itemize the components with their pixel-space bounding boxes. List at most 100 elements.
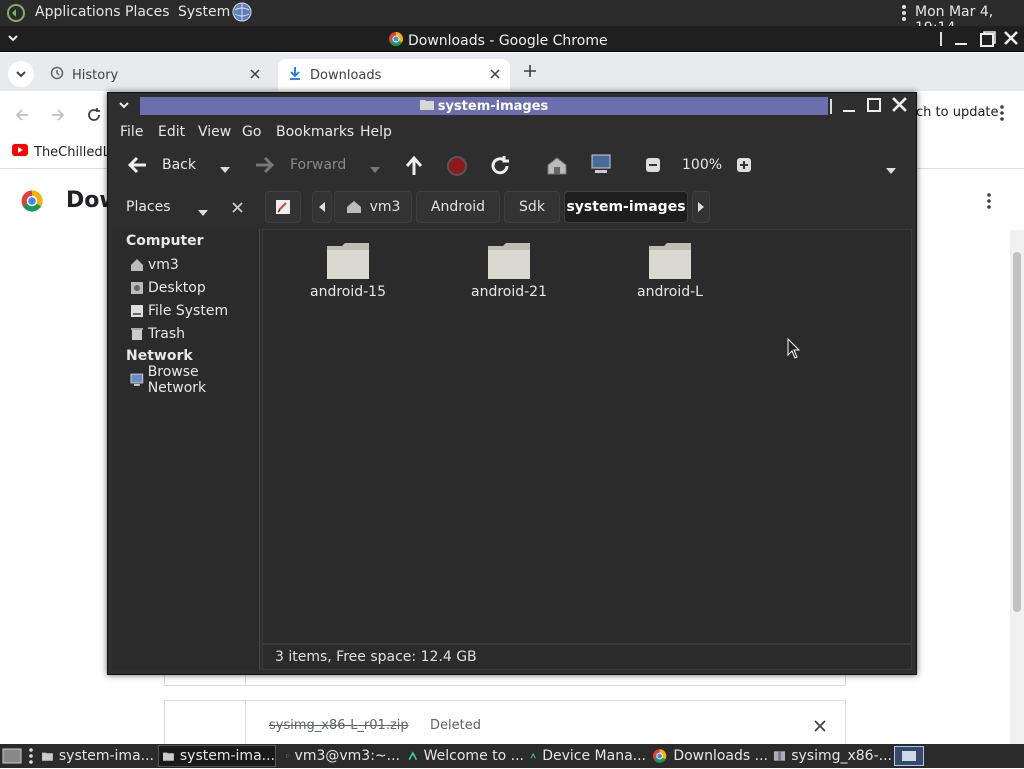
relaunch-update-text[interactable]: ch to update xyxy=(916,105,999,120)
sidebar-item-desktop[interactable]: Desktop xyxy=(130,278,206,298)
tab-history[interactable]: History xyxy=(40,59,270,91)
toggle-location-entry-button[interactable] xyxy=(265,191,301,223)
scrollbar-thumb[interactable] xyxy=(1013,252,1021,612)
system-menu[interactable]: System xyxy=(178,4,230,20)
breadcrumb-sdk[interactable]: Sdk xyxy=(504,191,560,223)
zoom-level[interactable]: 100% xyxy=(682,157,722,173)
page-menu-icon[interactable] xyxy=(986,192,992,214)
minimize-icon[interactable] xyxy=(842,99,856,117)
back-arrow-icon[interactable] xyxy=(14,107,30,127)
maximize-icon[interactable] xyxy=(867,98,881,116)
zoom-in-icon[interactable] xyxy=(736,157,752,177)
forward-history-dropdown-icon[interactable] xyxy=(370,161,380,177)
breadcrumb-scroll-left[interactable] xyxy=(312,191,332,223)
stop-icon[interactable] xyxy=(446,155,468,181)
minimize-icon[interactable] xyxy=(954,32,968,50)
distro-logo-icon[interactable] xyxy=(6,3,26,27)
file-manager-window: system-images File Edit View Go Bookmark… xyxy=(107,92,917,675)
tab-label: History xyxy=(72,67,119,83)
close-sidebar-icon[interactable] xyxy=(232,201,243,217)
separator xyxy=(830,99,832,114)
back-history-dropdown-icon[interactable] xyxy=(220,161,230,177)
sidebar-item-file-system[interactable]: File System xyxy=(130,301,228,321)
folder-item[interactable]: android-15 xyxy=(283,242,413,300)
folder-icon xyxy=(327,243,369,279)
fm-title-bar[interactable]: system-images xyxy=(108,93,916,119)
download-filename[interactable]: sysimg_x86-L_r01.zip xyxy=(269,718,409,733)
network-icon xyxy=(130,373,144,386)
home-icon[interactable] xyxy=(546,155,568,181)
back-button[interactable]: Back xyxy=(126,155,196,175)
sidebar-item-browse-network[interactable]: Browse Network xyxy=(130,364,259,396)
taskbar-item-welcome[interactable]: Welcome to ... xyxy=(404,745,524,767)
menu-view[interactable]: View xyxy=(198,124,231,140)
taskbar-item-sysimg[interactable]: sysimg_x86-... xyxy=(770,745,892,767)
taskbar-item-system-images-1[interactable]: system-ima... xyxy=(38,745,154,767)
chrome-tabstrip: History Downloads xyxy=(0,53,1024,91)
folder-icon xyxy=(42,752,53,761)
menu-bookmarks[interactable]: Bookmarks xyxy=(276,124,354,140)
sidebar-item-trash[interactable]: Trash xyxy=(130,324,185,344)
tab-close-icon[interactable] xyxy=(250,68,260,83)
folder-icon xyxy=(488,243,530,279)
reload-icon[interactable] xyxy=(86,107,102,127)
applications-menu[interactable]: Applications xyxy=(35,4,121,20)
menu-help[interactable]: Help xyxy=(360,124,392,140)
window-menu-icon[interactable] xyxy=(6,31,20,49)
browser-launcher-icon[interactable] xyxy=(232,2,252,26)
top-panel: Applications Places System Mon Mar 4, 19… xyxy=(0,0,1024,36)
terminal-icon xyxy=(286,754,289,758)
forward-arrow-icon[interactable] xyxy=(50,107,66,127)
places-label[interactable]: Places xyxy=(126,199,171,215)
breadcrumb-android[interactable]: Android xyxy=(416,191,500,223)
taskbar-item-chrome-downloads[interactable]: Downloads ... xyxy=(648,745,768,767)
folder-item[interactable]: android-L xyxy=(605,242,735,300)
menu-file[interactable]: File xyxy=(120,124,143,140)
sidebar-item-vm3[interactable]: vm3 xyxy=(130,255,179,275)
places-dropdown-icon[interactable] xyxy=(198,204,208,220)
close-icon[interactable] xyxy=(1004,31,1018,49)
tab-close-icon[interactable] xyxy=(490,68,500,83)
history-icon xyxy=(50,66,64,84)
tab-search-icon[interactable] xyxy=(8,61,34,87)
workspace-switcher[interactable] xyxy=(894,746,924,766)
forward-button[interactable]: Forward xyxy=(254,155,346,175)
workspace-icon xyxy=(902,751,916,761)
menu-go[interactable]: Go xyxy=(242,124,261,140)
page-scrollbar[interactable] xyxy=(1010,230,1024,744)
folder-icon xyxy=(649,243,691,279)
fm-menubar: File Edit View Go Bookmarks Help xyxy=(108,119,916,145)
edit-location-icon xyxy=(276,200,290,214)
bookmark-item[interactable]: TheChilledLe xyxy=(12,144,118,160)
maximize-icon[interactable] xyxy=(980,31,996,51)
taskbar-item-system-images-2[interactable]: system-ima... xyxy=(158,745,276,767)
remove-download-icon[interactable] xyxy=(814,720,826,736)
menu-edit[interactable]: Edit xyxy=(158,124,185,140)
places-menu[interactable]: Places xyxy=(125,4,170,20)
fm-file-view[interactable]: android-15 android-21 android-L xyxy=(262,229,912,644)
folder-icon xyxy=(163,752,174,761)
breadcrumb-scroll-right[interactable] xyxy=(692,191,710,223)
reload-icon[interactable] xyxy=(489,155,511,181)
home-icon xyxy=(346,201,361,213)
home-icon xyxy=(131,259,143,271)
up-arrow-icon[interactable] xyxy=(403,155,425,181)
show-desktop-icon[interactable] xyxy=(2,747,22,769)
chrome-icon xyxy=(652,749,667,763)
breadcrumb-vm3[interactable]: vm3 xyxy=(334,191,412,223)
panel-handle-icon[interactable] xyxy=(900,4,908,26)
computer-icon[interactable] xyxy=(590,153,612,179)
breadcrumb-system-images[interactable]: system-images xyxy=(564,191,688,223)
folder-item[interactable]: android-21 xyxy=(444,242,574,300)
tab-downloads[interactable]: Downloads xyxy=(278,59,510,91)
new-tab-icon[interactable] xyxy=(522,63,538,83)
taskbar-item-terminal[interactable]: vm3@vm3:~... xyxy=(282,745,400,767)
window-menu-icon[interactable] xyxy=(118,99,130,115)
taskbar-item-device-manager[interactable]: Device Mana... xyxy=(526,745,646,767)
toolbar-overflow-icon[interactable] xyxy=(886,162,896,178)
taskbar-handle-icon[interactable] xyxy=(28,747,34,769)
youtube-icon xyxy=(12,144,28,160)
zoom-out-icon[interactable] xyxy=(645,157,661,177)
chrome-menu-icon[interactable] xyxy=(999,104,1005,126)
close-icon[interactable] xyxy=(892,97,907,116)
